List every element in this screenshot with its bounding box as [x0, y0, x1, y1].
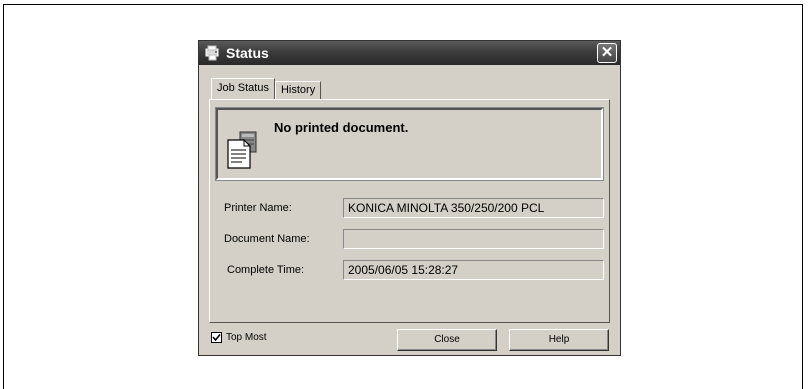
- top-most-label: Top Most: [226, 332, 267, 343]
- complete-time-field: 2005/06/05 15:28:27: [343, 260, 604, 280]
- printer-name-label: Printer Name:: [224, 202, 292, 214]
- top-most-checkbox[interactable]: [211, 332, 222, 343]
- complete-time-label: Complete Time:: [227, 264, 305, 276]
- window-title: Status: [226, 45, 269, 61]
- status-message-box: No printed document.: [215, 107, 604, 181]
- title-bar: Status ✕: [199, 41, 620, 65]
- tab-history[interactable]: History: [274, 81, 322, 99]
- printer-document-icon: [226, 128, 260, 170]
- document-name-label: Document Name:: [224, 233, 310, 245]
- printer-app-icon: [204, 45, 222, 61]
- dialog-footer: Top Most Close Help: [209, 329, 610, 351]
- tab-job-status[interactable]: Job Status: [211, 78, 275, 99]
- help-button[interactable]: Help: [509, 329, 609, 351]
- status-dialog: Status ✕ Job Status History No printed d…: [198, 40, 621, 356]
- close-button[interactable]: Close: [397, 329, 497, 351]
- top-most-option[interactable]: Top Most: [211, 332, 267, 343]
- printer-name-field: KONICA MINOLTA 350/250/200 PCL: [343, 198, 604, 218]
- checkmark-icon: [212, 333, 221, 342]
- close-window-button[interactable]: ✕: [597, 43, 617, 63]
- status-message: No printed document.: [274, 120, 409, 135]
- tab-strip: Job Status History: [211, 78, 322, 99]
- document-name-field: [343, 229, 604, 249]
- job-status-panel: No printed document. Printer Name: KONIC…: [209, 99, 610, 323]
